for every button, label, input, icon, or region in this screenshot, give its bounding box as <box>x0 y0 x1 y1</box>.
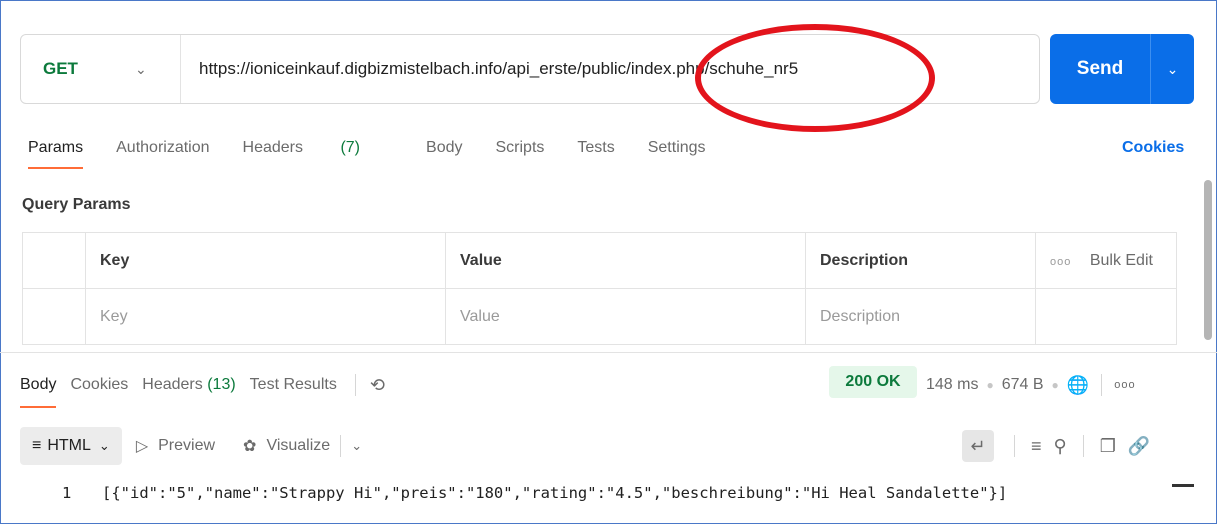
url-input[interactable]: https://ioniceinkauf.digbizmistelbach.in… <box>181 59 798 79</box>
tab-scripts[interactable]: Scripts <box>495 139 544 157</box>
tab-params[interactable]: Params <box>28 139 84 169</box>
line-number: 1 <box>62 484 72 502</box>
send-options-chevron-icon[interactable]: ⌄ <box>1151 61 1194 78</box>
format-bar: ≡ HTML ⌄ ▷ Preview ✿ Visualize ⌄ <box>20 427 362 465</box>
code-scrollbar[interactable] <box>1172 484 1194 487</box>
cookies-link[interactable]: Cookies <box>1122 139 1184 157</box>
search-icon[interactable]: ⚲ <box>1054 436 1067 457</box>
method-select[interactable]: GET ⌄ <box>21 35 181 103</box>
response-body-line: 1 [{"id":"5","name":"Strappy Hi","preis"… <box>62 484 1007 502</box>
more-options-icon[interactable]: ooo <box>1114 379 1135 391</box>
request-tabs: Params Authorization Headers (7) Body Sc… <box>28 139 739 169</box>
key-input[interactable]: Key <box>85 288 446 345</box>
tab-body[interactable]: Body <box>426 139 462 157</box>
description-input[interactable]: Description <box>805 288 1036 345</box>
response-tab-test-results[interactable]: Test Results <box>250 376 337 394</box>
response-size: 674 B <box>1001 376 1044 393</box>
meta-dot: ● <box>986 378 994 392</box>
url-bar: GET ⌄ https://ioniceinkauf.digbizmistelb… <box>20 34 1040 104</box>
response-time: 148 ms <box>926 376 979 393</box>
meta-dot: ● <box>1051 378 1059 392</box>
empty-cell <box>1035 288 1177 345</box>
tools-separator <box>1014 435 1015 457</box>
tab-headers-count: (7) <box>340 139 361 156</box>
play-icon: ▷ <box>135 438 149 455</box>
meta-separator <box>1101 374 1103 396</box>
send-button[interactable]: Send <box>1050 58 1150 80</box>
tab-settings[interactable]: Settings <box>648 139 706 157</box>
query-params-table: Key Value Description ooo Bulk Edit Key … <box>22 232 1177 345</box>
response-tab-body[interactable]: Body <box>20 376 57 408</box>
response-tab-headers-label: Headers <box>142 376 203 393</box>
filter-icon[interactable]: ≡ <box>1031 436 1042 457</box>
tools-separator <box>1082 435 1084 457</box>
response-json[interactable]: [{"id":"5","name":"Strappy Hi","preis":"… <box>102 484 1007 502</box>
visualize-chevron-icon[interactable]: ⌄ <box>351 438 362 454</box>
tab-separator <box>354 374 356 396</box>
column-header-key: Key <box>85 232 446 289</box>
tab-headers-label: Headers <box>242 139 303 156</box>
table-header-row: Key Value Description ooo Bulk Edit <box>22 232 1177 289</box>
column-header-value: Value <box>445 232 806 289</box>
response-tools: ↵ ≡ ⚲ ❐ 🔗 <box>962 427 1156 465</box>
row-checkbox-cell <box>22 232 86 289</box>
history-icon[interactable]: ⟲ <box>370 375 385 396</box>
value-input[interactable]: Value <box>445 288 806 345</box>
chevron-down-icon: ⌄ <box>135 60 147 77</box>
column-header-description: Description <box>805 232 1036 289</box>
tab-authorization[interactable]: Authorization <box>116 139 209 157</box>
format-label: HTML <box>47 437 91 454</box>
query-params-title: Query Params <box>22 196 131 213</box>
visualize-label: Visualize <box>266 437 331 454</box>
method-label: GET <box>43 59 78 78</box>
bulk-edit-cell: ooo Bulk Edit <box>1035 232 1177 289</box>
more-options-icon[interactable]: ooo <box>1050 256 1071 268</box>
tab-headers[interactable]: Headers (7) <box>243 139 394 157</box>
preview-label: Preview <box>158 437 216 454</box>
code-format-icon: ≡ <box>32 437 42 454</box>
bulk-edit-button[interactable]: Bulk Edit <box>1090 252 1153 269</box>
response-tabs: Body Cookies Headers (13) Test Results ⟲ <box>20 374 385 408</box>
row-checkbox-cell <box>22 288 86 345</box>
format-separator <box>340 435 342 457</box>
visualize-icon: ✿ <box>243 438 257 455</box>
table-row: Key Value Description <box>22 288 1177 345</box>
status-badge: 200 OK <box>829 366 917 398</box>
visualize-button[interactable]: ✿ Visualize <box>243 436 330 456</box>
chevron-down-icon: ⌄ <box>98 438 110 453</box>
response-meta: 148 ms ● 674 B ● 🌐 ooo <box>926 374 1136 396</box>
copy-icon[interactable]: ❐ <box>1100 436 1116 457</box>
response-tab-headers-count: (13) <box>207 376 236 393</box>
scrollbar-thumb[interactable] <box>1204 180 1212 340</box>
wrap-lines-icon[interactable]: ↵ <box>962 430 994 462</box>
format-select[interactable]: ≡ HTML ⌄ <box>20 427 122 465</box>
preview-button[interactable]: ▷ Preview <box>136 436 215 456</box>
link-icon[interactable]: 🔗 <box>1128 436 1150 457</box>
network-globe-icon[interactable]: 🌐 <box>1067 375 1089 396</box>
pane-divider[interactable] <box>0 352 1217 353</box>
tab-tests[interactable]: Tests <box>577 139 614 157</box>
response-tab-cookies[interactable]: Cookies <box>70 376 128 394</box>
send-button-group: Send ⌄ <box>1050 34 1194 104</box>
response-tab-headers[interactable]: Headers (13) <box>142 376 235 394</box>
